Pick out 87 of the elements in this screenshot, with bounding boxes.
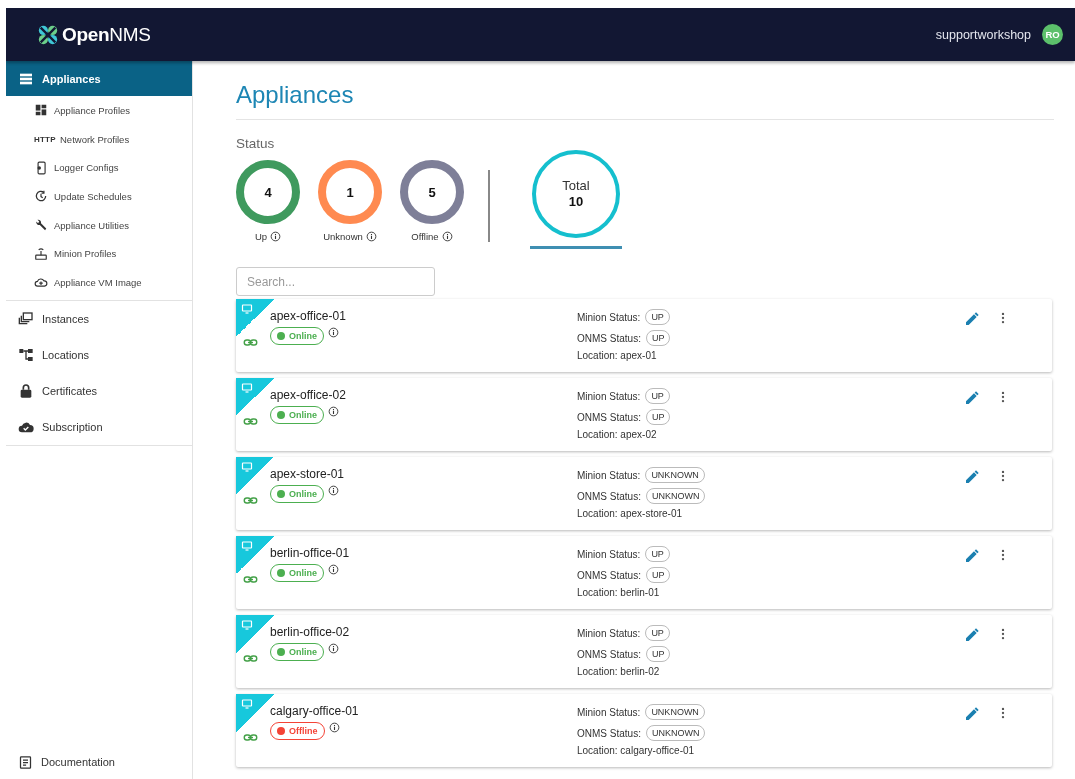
appliance-name: berlin-office-02: [270, 625, 350, 639]
monitor-icon: [241, 619, 253, 631]
sidebar-subitem[interactable]: Update Schedules: [6, 182, 192, 211]
pencil-icon: [964, 627, 980, 643]
status-ring: 4: [236, 160, 300, 224]
status-label: ONMS Status:: [577, 490, 641, 502]
sidebar-subitem[interactable]: Logger Configs: [6, 153, 192, 183]
status-ring: 5: [400, 160, 464, 224]
info-icon: [328, 564, 339, 575]
total-count: 10: [568, 194, 584, 210]
documentation-link[interactable]: Documentation: [6, 747, 192, 777]
clock-icon: [34, 189, 48, 204]
info-icon: [328, 327, 339, 338]
sidebar-item[interactable]: Appliances: [6, 61, 192, 96]
wrench-icon: [34, 218, 48, 233]
pencil-icon: [964, 390, 980, 406]
sidebar-item[interactable]: Instances: [6, 300, 192, 337]
phone-gear-icon: [34, 160, 48, 175]
status-label: Minion Status:: [577, 311, 641, 323]
status-filter[interactable]: 1 Unknown: [318, 160, 382, 251]
pencil-icon: [964, 706, 980, 722]
sidebar-item[interactable]: Locations: [6, 336, 192, 373]
status-label: Minion Status:: [577, 706, 641, 718]
info-icon: [328, 643, 339, 654]
location-text: Location: apex-store-01: [577, 508, 684, 519]
appliance-name: apex-office-02: [270, 388, 346, 402]
info-icon: [328, 722, 340, 733]
page-title: Appliances: [236, 81, 1054, 120]
stat-label: Up: [254, 231, 268, 242]
cloud-upload-icon: [34, 275, 48, 290]
info-icon: [328, 406, 339, 417]
logo-text: OpenNMS: [62, 23, 151, 46]
location-text: Location: berlin-02: [577, 666, 661, 677]
monitor-icon: [241, 698, 253, 710]
location-text: Location: calgary-office-01: [577, 745, 696, 756]
location-text: Location: apex-01: [577, 350, 658, 361]
status-label: ONMS Status:: [577, 727, 641, 739]
stat-label: Offline: [411, 231, 439, 242]
status-label: ONMS Status:: [577, 332, 641, 344]
info-icon: [270, 231, 282, 242]
appliance-name: apex-office-01: [270, 309, 346, 323]
total-filter[interactable]: Total 10: [530, 150, 622, 249]
monitor-icon: [241, 540, 253, 552]
status-label: ONMS Status:: [577, 569, 641, 581]
status-label: Minion Status:: [577, 548, 641, 560]
status-label: Minion Status:: [577, 469, 641, 481]
sidebar-subitem[interactable]: Appliance VM Image: [6, 268, 192, 297]
total-label: Total: [562, 178, 590, 194]
info-icon: [441, 231, 453, 242]
location-text: Location: berlin-01: [577, 587, 661, 598]
search-field[interactable]: Search...: [236, 267, 435, 296]
appliance-name: apex-store-01: [270, 467, 345, 481]
status-filter[interactable]: 5 Offline: [400, 160, 464, 251]
sidebar-subitem[interactable]: Minion Profiles: [6, 239, 192, 269]
info-icon: [365, 231, 377, 242]
hierarchy-icon: [18, 346, 34, 363]
status-filter[interactable]: 4 Up: [236, 160, 300, 251]
sidebar-item[interactable]: Certificates: [6, 372, 192, 409]
location-text: Location: apex-02: [577, 429, 658, 440]
sidebar-item[interactable]: Subscription: [6, 408, 192, 446]
info-icon: [328, 485, 339, 496]
appliance-name: berlin-office-01: [270, 546, 350, 560]
status-ring: 1: [318, 160, 382, 224]
monitor-icon: [241, 303, 253, 315]
monitor-icon: [241, 382, 253, 394]
pencil-icon: [964, 311, 980, 327]
sidebar-subitem[interactable]: HTTP Network Profiles: [6, 124, 192, 154]
lock-icon: [18, 382, 34, 399]
status-label: ONMS Status:: [577, 648, 641, 660]
http-icon: HTTP: [34, 134, 54, 144]
windows-icon: [18, 310, 34, 327]
sidebar-subitem[interactable]: Appliance Profiles: [6, 96, 192, 125]
user-name[interactable]: supportworkshop: [935, 27, 1031, 42]
sidebar-subitem[interactable]: Appliance Utilities: [6, 210, 192, 240]
appliance-name: calgary-office-01: [270, 704, 359, 718]
pencil-icon: [964, 469, 980, 485]
pencil-icon: [964, 548, 980, 564]
stat-label: Unknown: [323, 231, 363, 242]
status-label: ONMS Status:: [577, 411, 641, 423]
status-label: Minion Status:: [577, 390, 641, 402]
logo-icon: [37, 23, 59, 46]
monitor-icon: [241, 461, 253, 473]
section-heading: Status: [236, 136, 276, 151]
status-label: Minion Status:: [577, 627, 641, 639]
dashboard-icon: [34, 103, 48, 118]
router-icon: [34, 246, 48, 261]
document-icon: [18, 754, 33, 770]
